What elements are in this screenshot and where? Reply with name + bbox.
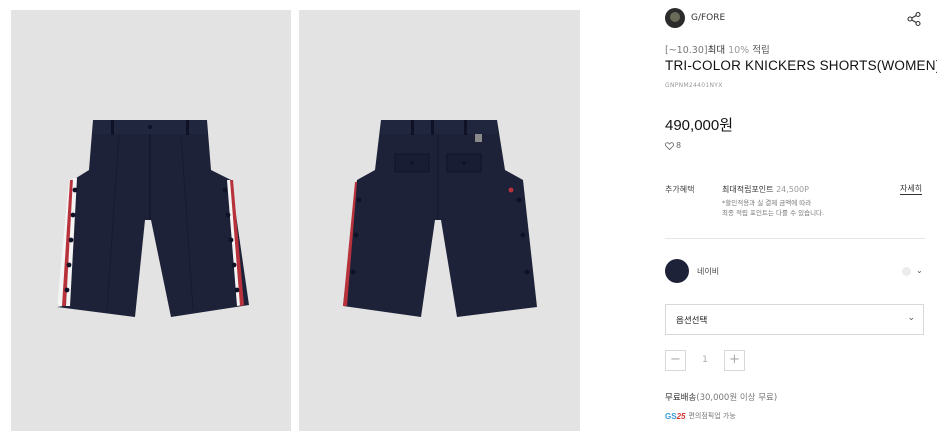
shipping-condition: (30,000원 이상 무료) (696, 393, 778, 403)
benefit-points-value: 24,500P (776, 185, 809, 194)
benefit-main-label: 최대적립포인트 (722, 185, 774, 194)
brand-logo (665, 8, 685, 28)
quantity-increase-button[interactable]: + (724, 350, 745, 371)
divider (665, 238, 925, 239)
product-title: TRI-COLOR KNICKERS SHORTS(WOMEN) (665, 58, 937, 73)
benefit-points: 최대적립포인트 24,500P (722, 184, 809, 195)
product-code: GNPNM24401NYX (665, 82, 723, 89)
chevron-down-icon[interactable]: ⌄ (916, 266, 923, 275)
shipping-info: 무료배송(30,000원 이상 무료) (665, 391, 777, 403)
promo-word: 적립 (752, 45, 770, 56)
brand-name: G/FORE (691, 13, 726, 23)
benefit-note-line2: 최종 적립 포인트는 다를 수 있습니다. (722, 208, 825, 217)
gs25-text: 편의점픽업 가능 (688, 412, 736, 420)
promo-text: [~10.30]최대 10% 적립 (665, 42, 770, 56)
gs25-logo: GS25 (665, 411, 686, 421)
benefit-note: *할인적용과 실 결제 금액에 따라 최종 적립 포인트는 다를 수 있습니다. (722, 199, 824, 218)
shipping-label: 무료배송 (665, 393, 697, 403)
quantity-decrease-button[interactable]: − (665, 350, 686, 371)
color-dot[interactable] (902, 267, 911, 276)
option-select[interactable]: 옵션선택 ⌄ (665, 304, 924, 335)
chevron-down-icon: ⌄ (907, 313, 915, 323)
option-select-label: 옵션선택 (676, 316, 708, 326)
brand-link[interactable]: G/FORE (665, 8, 725, 28)
gs25-pickup: GS25 편의점픽업 가능 (665, 411, 736, 421)
product-image-front[interactable] (11, 10, 291, 431)
product-price: 490,000원 (665, 117, 734, 134)
details-link[interactable]: 자세히 (900, 184, 923, 195)
promo-max: 최대 (707, 45, 726, 56)
heart-icon (665, 141, 674, 150)
benefit-note-line1: *할인적용과 실 결제 금액에 따라 (722, 199, 812, 207)
shorts-front-illustration (57, 120, 249, 317)
shorts-back-illustration (343, 120, 537, 317)
color-label: 네이비 (697, 267, 720, 276)
share-icon[interactable] (906, 11, 922, 27)
like-count: 8 (676, 141, 682, 150)
product-image-back[interactable] (299, 10, 580, 431)
promo-percent: 10% (728, 45, 750, 56)
promo-dates: [~10.30] (665, 45, 708, 56)
like-button[interactable]: 8 (665, 141, 681, 150)
benefit-label: 추가혜택 (665, 185, 695, 194)
color-swatch-navy[interactable] (665, 259, 689, 283)
quantity-value[interactable]: 1 (686, 350, 724, 371)
